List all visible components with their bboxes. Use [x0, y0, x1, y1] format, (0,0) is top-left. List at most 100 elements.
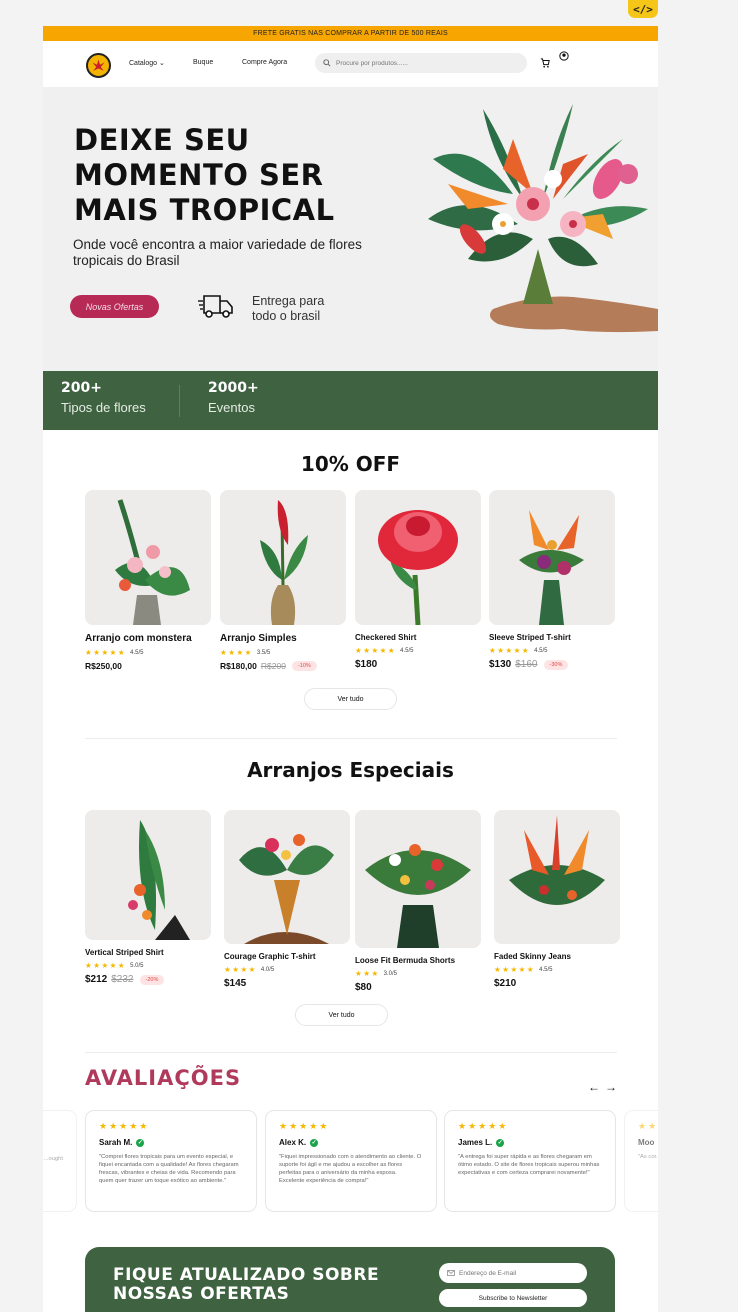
nav-buy-now[interactable]: Compre Agora — [242, 59, 287, 66]
reviewer-name: Alex K. — [279, 1138, 307, 1147]
verified-check-icon: ✓ — [496, 1138, 505, 1147]
stat-number: 2000+ — [208, 380, 259, 396]
review-text: "Comprei flores tropicais para um evento… — [99, 1154, 239, 1184]
rating-stars-icon: ★★★★★ — [458, 1121, 509, 1131]
rating-value: 4.5/5 — [130, 649, 144, 656]
product-image — [220, 490, 346, 625]
page: FRETE GRATIS NAS COMPRAR A PARTIR DE 500… — [43, 26, 658, 1312]
hero-subtitle: Onde você encontra a maior variedade de … — [73, 237, 362, 268]
price-old: $232 — [111, 974, 134, 985]
price-current: $212 — [85, 974, 108, 985]
arrow-left-icon[interactable]: ← — [588, 1080, 600, 1094]
torch-ginger-image — [378, 510, 458, 625]
product-price: $145 — [224, 978, 350, 989]
product-card[interactable]: Faded Skinny Jeans ★★★★★ 4.5/5 $210 — [494, 810, 620, 989]
product-image — [355, 490, 481, 625]
product-price: $212 $232 -20% — [85, 974, 211, 985]
rating-stars-icon: ★★★★★ — [279, 1121, 330, 1131]
product-card[interactable]: Courage Graphic T-shirt ★★★★ 4.0/5 $145 — [224, 810, 350, 989]
reviewer: Sarah M. ✓ — [99, 1138, 243, 1147]
product-card[interactable]: Arranjo Simples ★★★★ 3.5/5 R$180,00 R$200-… — [220, 490, 346, 671]
price-current: $145 — [224, 978, 247, 989]
product-name: Sleeve Striped T-shirt — [489, 633, 571, 642]
rating-stars-icon: ★★★★ — [224, 965, 257, 974]
product-price: R$250,00 — [85, 661, 211, 671]
reviewer: Alex K. ✓ — [279, 1138, 423, 1147]
product-rating: ★★★★★ 4.5/5 — [494, 965, 620, 974]
review-text: ...if the ...of ...ought — [43, 1156, 63, 1162]
rating-stars-icon: ★★★★ — [220, 648, 253, 657]
product-card[interactable]: Sleeve Striped T-shirt ★★★★★ 4.5/5 $130 $1… — [489, 490, 615, 670]
rating-value: 4.5/5 — [539, 966, 553, 973]
code-icon[interactable]: </> — [628, 0, 658, 18]
rating-stars-icon: ★★★★★ — [489, 646, 531, 655]
product-name: Faded Skinny Jeans — [494, 952, 571, 961]
verified-check-icon: ✓ — [310, 1138, 319, 1147]
tropical-bouquet-image — [428, 104, 658, 333]
view-all-button[interactable]: Ver tudo — [304, 688, 397, 710]
view-all-button[interactable]: Ver tudo — [295, 1004, 388, 1026]
search-input[interactable] — [336, 59, 516, 67]
nav-bouquet[interactable]: Buque — [193, 59, 213, 66]
reviewer-name: Moo — [638, 1138, 655, 1147]
promo-bar: FRETE GRATIS NAS COMPRAR A PARTIR DE 500… — [43, 26, 658, 41]
product-rating: ★★★ 3.0/5 — [355, 969, 481, 978]
cart-icon[interactable] — [540, 58, 550, 68]
reviewer-name: Sarah M. — [99, 1138, 133, 1147]
reviewer: James L. ✓ — [458, 1138, 602, 1147]
rating-stars-icon: ★★★ — [355, 969, 380, 978]
verified-check-icon: ✓ — [136, 1138, 145, 1147]
rating-value: 4.0/5 — [260, 966, 275, 973]
product-name: Checkered Shirt — [355, 633, 417, 642]
search-icon — [323, 59, 331, 67]
nav-catalog[interactable]: Catalogo ⌄ — [129, 59, 165, 67]
bird-of-paradise-vase-image — [519, 510, 584, 625]
price-old: R$200 — [260, 661, 286, 671]
heliconia-arrangement-image — [509, 815, 605, 905]
product-card[interactable]: Loose Fit Bermuda Shorts ★★★ 3.0/5 $80 — [355, 810, 481, 993]
product-image — [494, 810, 620, 944]
product-rating: ★★★★★ 4.5/5 — [355, 646, 481, 655]
review-card: ★★★★★ Sarah M. ✓ "Comprei flores tropicai… — [85, 1110, 257, 1212]
section-divider — [85, 738, 617, 739]
product-rating: ★★★★★ 4.5/5 — [489, 646, 615, 655]
rating-stars-icon: ★★★★★ — [85, 648, 127, 657]
review-card: ★★★★★ James L. ✓ "A entrega foi super ráp… — [444, 1110, 616, 1212]
nav-catalog-label: Catalogo — [129, 60, 158, 67]
product-rating: ★★★★ 4.0/5 — [224, 965, 350, 974]
user-icon[interactable] — [559, 51, 569, 61]
review-text: "Fiquei impressionado com o atendimento … — [279, 1154, 422, 1184]
stat-flower-types: 200+ Tipos de flores — [61, 380, 146, 415]
rating-stars-icon: ★★ — [638, 1121, 658, 1131]
chevron-down-icon: ⌄ — [158, 60, 165, 67]
rating-stars-icon: ★★★★★ — [85, 961, 127, 970]
product-image — [489, 490, 615, 625]
product-card[interactable]: Vertical Striped Shirt ★★★★★ 5.0/5 $212 $2… — [85, 810, 211, 985]
review-text: "A entrega foi super rápida e as flores … — [458, 1154, 600, 1176]
product-card[interactable]: Arranjo com monstera ★★★★★ 4.5/5 R$250,00 — [85, 490, 211, 671]
hero-banner: DEIXE SEU MOMENTO SER MAIS TROPICAL Onde… — [43, 87, 658, 371]
logo[interactable] — [86, 53, 111, 78]
reviewer-name: James L. — [458, 1138, 493, 1147]
subscribe-button[interactable]: Subscribe to Newsletter — [439, 1289, 587, 1307]
search-bar[interactable] — [315, 53, 527, 73]
discount-badge: -30% — [543, 659, 569, 670]
rating-value: 4.5/5 — [534, 647, 548, 654]
email-input[interactable] — [459, 1269, 579, 1277]
price-current: $210 — [494, 978, 517, 989]
delivery-truck-icon — [198, 295, 233, 318]
product-name: Courage Graphic T-shirt — [224, 952, 316, 961]
special-section-title: Arranjos Especiais — [247, 758, 454, 782]
product-card[interactable]: Checkered Shirt ★★★★★ 4.5/5 $180 — [355, 490, 481, 670]
simple-arrangement-image — [260, 500, 308, 625]
navbar: Catalogo ⌄ Buque Compre Agora — [43, 41, 658, 87]
stat-label: Tipos de flores — [61, 400, 146, 415]
email-field[interactable] — [439, 1263, 587, 1283]
product-rating: ★★★★★ 4.5/5 — [85, 648, 211, 657]
review-card: ★★★★★ Alex K. ✓ "Fiquei impressionado com… — [265, 1110, 437, 1212]
new-offers-button[interactable]: Novas Ofertas — [70, 295, 159, 318]
arrow-right-icon[interactable]: → — [605, 1080, 617, 1094]
product-name: Arranjo Simples — [220, 633, 297, 644]
review-text: "As cor... unique... stumbl... with fa..… — [638, 1154, 658, 1160]
mail-icon — [447, 1270, 455, 1276]
